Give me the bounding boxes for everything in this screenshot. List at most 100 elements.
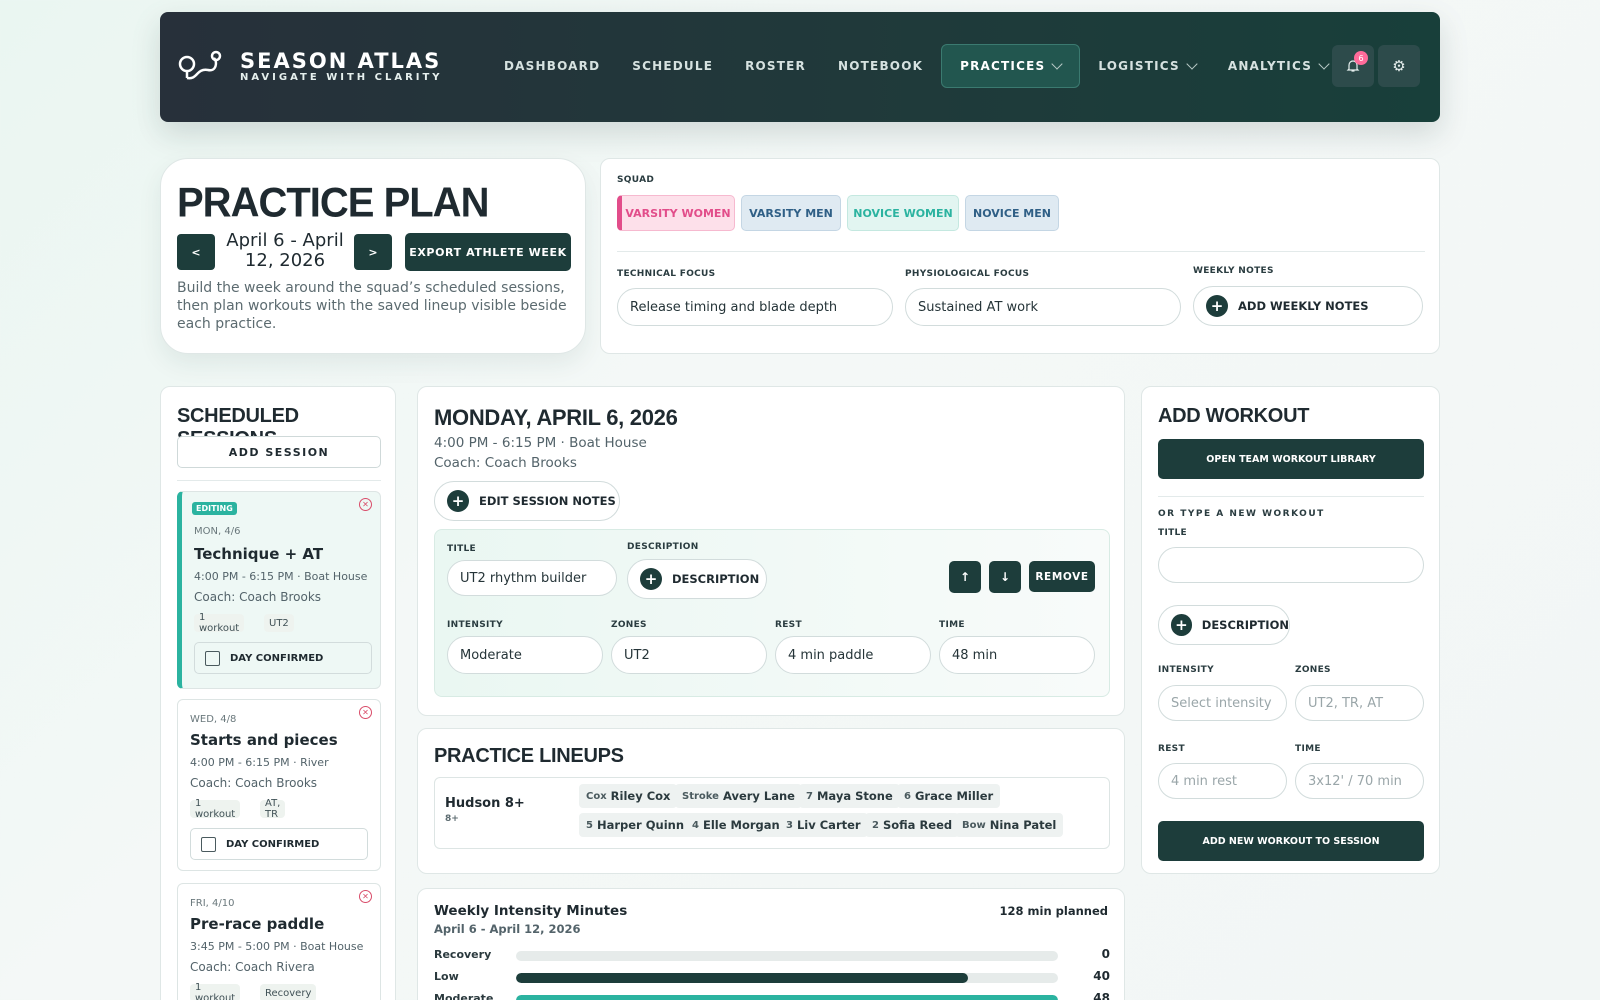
week-range: April 6 - April 12, 2026 — [225, 231, 345, 271]
intensity-row-value: 48 — [1093, 991, 1110, 1000]
edit-session-notes-button[interactable]: + EDIT SESSION NOTES — [434, 481, 620, 521]
move-down-button[interactable]: ↓ — [989, 561, 1021, 593]
add-session-button[interactable]: ADD SESSION — [177, 436, 381, 468]
time-input[interactable]: 48 min — [939, 636, 1095, 674]
add-workout-to-session-button[interactable]: ADD NEW WORKOUT TO SESSION — [1158, 821, 1424, 861]
session-name: Technique + AT — [194, 545, 324, 563]
settings-button[interactable]: ⚙ — [1378, 45, 1420, 87]
session-coach: Coach: Coach Brooks — [194, 590, 322, 604]
session-card-wed[interactable]: ✕ WED, 4/8 Starts and pieces 4:00 PM - 6… — [177, 699, 381, 871]
workout-title-input[interactable]: UT2 rhythm builder — [447, 560, 617, 596]
seat-position: 5 — [586, 819, 593, 831]
nav-practices[interactable]: PRACTICES — [941, 44, 1081, 88]
seat-rower: Riley Cox — [610, 789, 671, 803]
weekly-notes-label: WEEKLY NOTES — [1193, 266, 1274, 276]
new-intensity-label: INTENSITY — [1158, 665, 1214, 675]
scheduled-sessions-panel: SCHEDULED SESSIONS ADD SESSION EDITING ✕… — [160, 386, 396, 1000]
seat-rower: Grace Miller — [914, 789, 994, 803]
nav-practices-label: PRACTICES — [960, 59, 1046, 73]
squad-chip-varsity-men[interactable]: VARSITY MEN — [741, 195, 841, 231]
divider — [617, 251, 1425, 252]
nav-notebook[interactable]: NOTEBOOK — [824, 44, 937, 88]
delete-session-icon[interactable]: ✕ — [359, 498, 372, 511]
zone-tag: Recovery — [260, 984, 317, 1000]
new-time-input[interactable]: 3x12' / 70 min — [1295, 763, 1424, 799]
new-title-input[interactable] — [1158, 547, 1424, 583]
nav-roster[interactable]: ROSTER — [731, 44, 820, 88]
practice-lineups-panel: PRACTICE LINEUPS Hudson 8+ 8+ Cox Riley C… — [417, 728, 1125, 874]
day-confirmed-label: DAY CONFIRMED — [226, 838, 320, 850]
intensity-bar-track — [516, 995, 1058, 1000]
new-rest-input[interactable]: 4 min rest — [1158, 763, 1287, 799]
seat-position: 6 — [904, 790, 911, 802]
day-confirmed-checkbox[interactable]: DAY CONFIRMED — [194, 642, 372, 674]
chevron-down-icon — [1186, 58, 1198, 70]
intensity-row-value: 40 — [1093, 969, 1110, 983]
notifications-button[interactable]: 6 — [1332, 45, 1374, 87]
move-up-button[interactable]: ↑ — [949, 561, 981, 593]
workout-description-button[interactable]: + DESCRIPTION — [627, 559, 767, 599]
practice-plan-card: PRACTICE PLAN < April 6 - April 12, 2026… — [160, 158, 586, 354]
session-card-fri[interactable]: ✕ FRI, 4/10 Pre-race paddle 3:45 PM - 5:… — [177, 883, 381, 1000]
delete-session-icon[interactable]: ✕ — [359, 706, 372, 719]
squad-chip-novice-women[interactable]: NOVICE WOMEN — [847, 195, 959, 231]
day-coach: Coach: Coach Brooks — [434, 455, 577, 471]
technical-focus-input[interactable]: Release timing and blade depth — [617, 288, 893, 326]
week-range-line1: April 6 - April — [226, 230, 344, 251]
time-label: TIME — [939, 620, 965, 630]
seat-chip: Cox Riley Cox — [579, 784, 678, 808]
zones-input[interactable]: UT2 — [611, 636, 767, 674]
new-intensity-select[interactable]: Select intensity — [1158, 685, 1287, 721]
intensity-label: INTENSITY — [447, 620, 503, 630]
gear-icon: ⚙ — [1392, 57, 1406, 75]
physiological-focus-input[interactable]: Sustained AT work — [905, 288, 1181, 326]
squad-chip-novice-men[interactable]: NOVICE MEN — [965, 195, 1059, 231]
nav-schedule-label: SCHEDULE — [632, 59, 714, 73]
remove-workout-button[interactable]: REMOVE — [1029, 561, 1095, 592]
open-workout-library-button[interactable]: OPEN TEAM WORKOUT LIBRARY — [1158, 439, 1424, 479]
nav-logistics[interactable]: LOGISTICS — [1084, 44, 1210, 88]
zone-tag: AT, TR — [260, 798, 286, 820]
seat-rower: Harper Quinn — [596, 818, 685, 832]
session-name: Pre-race paddle — [190, 915, 325, 933]
seat-rower: Sofia Reed — [882, 818, 953, 832]
plus-icon: + — [640, 568, 662, 590]
nav-dashboard[interactable]: DASHBOARD — [490, 44, 614, 88]
seat-position: 3 — [786, 819, 793, 831]
nav-analytics[interactable]: ANALYTICS — [1214, 44, 1342, 88]
new-description-button[interactable]: + DESCRIPTION — [1158, 605, 1290, 645]
export-athlete-week-button[interactable]: EXPORT ATHLETE WEEK — [405, 233, 571, 271]
rest-input[interactable]: 4 min paddle — [775, 636, 931, 674]
session-coach: Coach: Coach Rivera — [190, 960, 315, 974]
technical-focus-label: TECHNICAL FOCUS — [617, 269, 716, 279]
notification-count-badge: 6 — [1354, 51, 1368, 65]
seat-chip: 3 Liv Carter — [779, 813, 868, 837]
day-detail-panel: MONDAY, APRIL 6, 2026 4:00 PM - 6:15 PM … — [417, 386, 1125, 716]
session-card-mon[interactable]: EDITING ✕ MON, 4/6 Technique + AT 4:00 P… — [177, 491, 381, 689]
delete-session-icon[interactable]: ✕ — [359, 890, 372, 903]
new-zones-input[interactable]: UT2, TR, AT — [1295, 685, 1424, 721]
workout-count-tag: 1 workout — [190, 982, 241, 1000]
intensity-title: Weekly Intensity Minutes — [434, 903, 628, 919]
intensity-row-value: 0 — [1101, 947, 1110, 961]
or-type-label: OR TYPE A NEW WORKOUT — [1158, 509, 1325, 519]
day-confirmed-checkbox[interactable]: DAY CONFIRMED — [190, 828, 368, 860]
nav-schedule[interactable]: SCHEDULE — [618, 44, 727, 88]
next-week-button[interactable]: > — [354, 234, 392, 270]
session-time: 3:45 PM - 5:00 PM · Boat House — [190, 940, 364, 953]
intensity-input[interactable]: Moderate — [447, 636, 603, 674]
session-coach: Coach: Coach Brooks — [190, 776, 318, 790]
add-weekly-notes-button[interactable]: + ADD WEEKLY NOTES — [1193, 286, 1423, 326]
seat-position: Cox — [586, 790, 607, 802]
week-range-line2: 12, 2026 — [244, 250, 326, 271]
divider — [1158, 496, 1424, 497]
prev-week-button[interactable]: < — [177, 234, 215, 270]
seat-position: Stroke — [682, 790, 719, 802]
brand[interactable]: SEASON ATLAS NAVIGATE WITH CLARITY — [178, 48, 443, 84]
intensity-row: Recovery 0 — [434, 945, 1110, 965]
zone-tag: UT2 — [264, 614, 294, 632]
seat-position: 2 — [872, 819, 879, 831]
squad-chip-varsity-women[interactable]: VARSITY WOMEN — [617, 195, 735, 231]
seat-rower: Avery Lane — [722, 789, 795, 803]
workout-title-label: TITLE — [447, 544, 477, 554]
